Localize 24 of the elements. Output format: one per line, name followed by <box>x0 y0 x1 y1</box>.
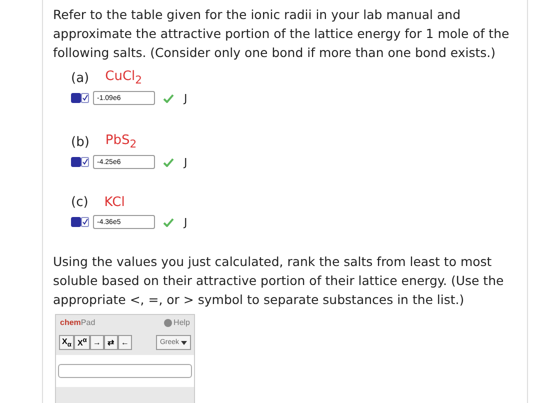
unit-text: J <box>184 156 188 168</box>
unit-text: J <box>184 92 188 104</box>
part-label: (a) <box>71 70 90 86</box>
help-icon[interactable] <box>164 318 172 326</box>
formula-text: KCl <box>104 194 125 210</box>
instructions-text: Refer to the table given for the ionic radii in your lab manual and approximate the attractive portion of the lattice energy for 1 mole of the following salts. (Consider only one bond if more than one bond exists.) <box>53 6 510 62</box>
keypad-icon[interactable] <box>71 93 89 103</box>
tool-button[interactable]: ⇄ <box>104 335 118 350</box>
tool-button[interactable]: ← <box>118 335 132 350</box>
answer-input[interactable] <box>58 364 192 378</box>
part-label: (b) <box>71 134 90 150</box>
formula-text: PbS$_{2}$ <box>105 133 137 151</box>
tool-button[interactable]: → <box>90 335 104 350</box>
help-link[interactable]: Help <box>174 318 190 327</box>
keypad-icon[interactable] <box>71 217 89 227</box>
tool-button[interactable]: X$^{α}$ <box>74 335 90 350</box>
chempad-title: chemPad <box>60 318 96 327</box>
caret-icon <box>181 340 187 344</box>
tool-button[interactable]: X$_{α}$ <box>59 335 74 350</box>
part-label: (c) <box>71 194 88 210</box>
formula-text: CuCl$_{2}$ <box>105 69 142 87</box>
keypad-icon[interactable] <box>71 157 89 167</box>
question-text: Using the values you just calculated, rank the salts from least to most soluble based on their attractive portion of their lattice energy. (Use the appropriate <, =, or > symbol to separate substances in the list.) <box>53 253 505 309</box>
unit-text: J <box>184 216 188 228</box>
